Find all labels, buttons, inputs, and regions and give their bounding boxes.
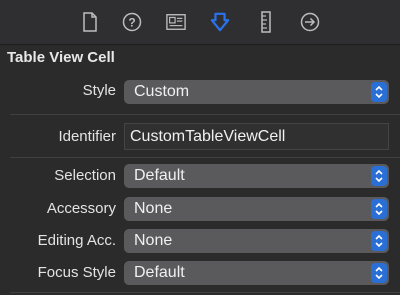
connections-icon[interactable]	[300, 12, 320, 32]
editing-acc-popup[interactable]: None	[124, 229, 389, 253]
identifier-value: CustomTableViewCell	[130, 128, 286, 145]
editing-acc-label: Editing Acc.	[37, 232, 116, 249]
identifier-field[interactable]: CustomTableViewCell	[124, 123, 389, 150]
accessory-popup[interactable]: None	[124, 197, 389, 221]
divider	[10, 157, 400, 158]
identifier-label: Identifier	[58, 128, 116, 145]
style-label: Style	[82, 82, 116, 99]
selection-popup[interactable]: Default	[124, 164, 389, 188]
chevron-updown-icon	[371, 231, 387, 251]
svg-text:?: ?	[128, 16, 135, 30]
help-icon[interactable]: ?	[122, 12, 142, 32]
file-icon[interactable]	[80, 12, 100, 32]
style-popup[interactable]: Custom	[124, 80, 389, 104]
section-header: Table View Cell	[0, 45, 400, 73]
chevron-updown-icon	[371, 199, 387, 219]
accessory-label: Accessory	[46, 200, 116, 217]
focus-style-value: Default	[134, 264, 185, 281]
divider	[10, 292, 400, 293]
attributes-icon[interactable]	[210, 12, 230, 32]
divider	[10, 114, 400, 115]
identity-icon[interactable]	[166, 12, 186, 32]
chevron-updown-icon	[371, 166, 387, 186]
size-icon[interactable]	[256, 11, 276, 33]
selection-value: Default	[134, 167, 185, 184]
editing-acc-value: None	[134, 232, 173, 249]
chevron-updown-icon	[371, 263, 387, 283]
chevron-updown-icon	[371, 82, 387, 102]
accessory-value: None	[134, 200, 173, 217]
focus-style-popup[interactable]: Default	[124, 261, 389, 285]
section-title: Table View Cell	[7, 49, 115, 66]
focus-style-label: Focus Style	[37, 264, 116, 281]
selection-label: Selection	[54, 167, 116, 184]
style-value: Custom	[134, 83, 190, 100]
inspector-toolbar: ?	[0, 0, 400, 45]
